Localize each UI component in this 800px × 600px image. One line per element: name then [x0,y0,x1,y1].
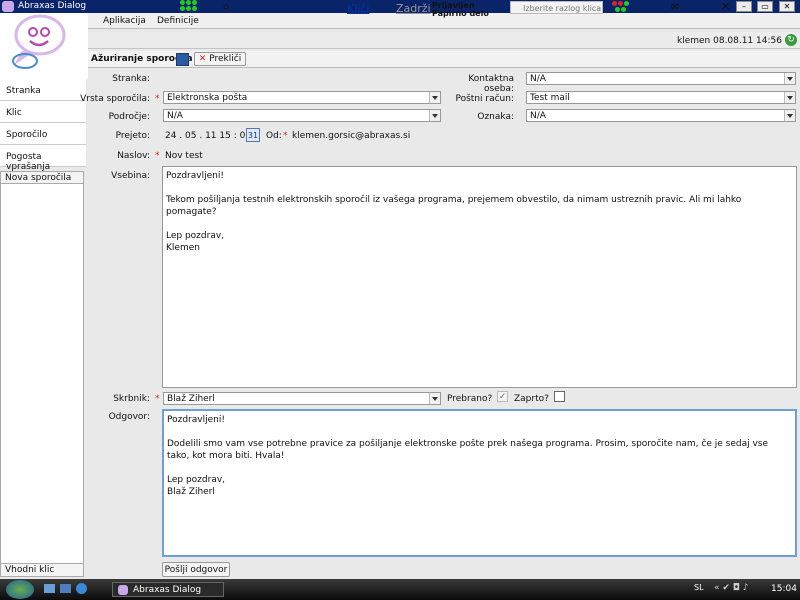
label-subject: Naslov: [117,151,150,161]
read-checkbox[interactable]: ✓ [497,391,508,402]
chevron-down-icon [429,92,440,103]
owner-select[interactable]: Blaž Ziherl [163,392,441,405]
traffic-lights-icon [612,0,636,14]
user-bar: klemen 08.08.11 14:56 ↻ [88,32,800,49]
chevron-down-icon [429,393,440,404]
required-marker: * [155,151,160,161]
calendar-icon[interactable]: 31 [246,128,260,142]
cancel-x-icon: ✕ [198,54,207,64]
logo-speech-bubbles-icon [12,14,66,69]
label-closed: Zaprto? [514,394,549,404]
refresh-icon[interactable]: ↻ [785,34,797,46]
home-icon[interactable]: ⌂ [223,2,229,12]
received-datetime[interactable]: 24 . 05 . 11 15 : 03 [165,131,251,141]
chevron-down-icon [784,73,795,84]
app-icon [2,1,14,12]
user-info: klemen 08.08.11 14:56 [677,36,782,46]
message-type-select[interactable]: Elektronska pošta [163,91,441,104]
sidebar-item-klic[interactable]: Klic [0,101,86,123]
owner-value: Blaž Ziherl [167,394,215,404]
contact-value: N/A [530,74,546,84]
minimize-button[interactable]: – [736,1,752,12]
green-status-lights-icon [180,0,202,14]
contact-select[interactable]: N/A [526,72,796,85]
close-button[interactable]: ✕ [779,1,795,12]
start-button[interactable] [6,580,34,599]
answer-textarea[interactable]: Pozdravljeni! Dodelili smo vam vse potre… [162,409,797,557]
cancel-label: Prekliči [209,54,242,64]
window-title: Abraxas Dialog [18,1,87,11]
chevron-down-icon [429,110,440,121]
label-owner: Skrbnik: [113,394,150,404]
mail-account-select[interactable]: Test mail [526,91,796,104]
chevron-down-icon [784,110,795,121]
call-reason-select[interactable]: Izberite razlog klica [510,1,603,14]
chevron-down-icon [784,92,795,103]
label-received: Prejeto: [115,131,150,141]
required-marker: * [155,94,160,104]
message-type-value: Elektronska pošta [167,93,248,103]
mail-icon[interactable]: ✉ [671,2,679,13]
taskbar: Abraxas Dialog SL « ✔ ◘ ♪ 15:04 [0,579,800,600]
mail-account-value: Test mail [530,93,570,103]
sidebar-item-faq[interactable]: Pogosta vprašanja [0,145,86,172]
label-from: Od: [266,131,282,141]
area-value: N/A [167,111,183,121]
label-mail-account: Poštni račun: [455,94,515,104]
clock: 15:04 [771,584,797,594]
browser-icon[interactable] [76,583,87,594]
menu-aplikacija[interactable]: Aplikacija [103,16,146,26]
cancel-button[interactable]: ✕ Prekliči [194,52,246,66]
close-panel-icon[interactable]: ✕ [721,0,730,13]
sidebar: Stranka Klic Sporočilo Pogosta vprašanja… [0,79,86,579]
from-email: klemen.gorsic@abraxas.si [292,131,411,141]
taskbar-task-abraxas[interactable]: Abraxas Dialog [112,582,224,597]
abraxas-icon [118,585,128,595]
sidebar-item-stranka[interactable]: Stranka [0,79,86,101]
label-message-type: Vrsta sporočila: [80,94,150,104]
subject-value[interactable]: Nov test [165,151,203,161]
label-tag: Oznaka: [477,112,514,122]
label-area: Področje: [108,112,150,122]
form-header: Ažuriranje sporočila ✕ Prekliči [88,51,800,68]
sidebar-item-sporocilo[interactable]: Sporočilo [0,123,86,145]
sidebar-panel [0,184,84,564]
menu-definicije[interactable]: Definicije [157,16,199,26]
tag-value: N/A [530,111,546,121]
label-answer: Odgovor: [108,412,150,422]
content-textarea[interactable]: Pozdravljeni! Tekom pošiljanja testnih e… [162,166,797,388]
required-marker: * [155,394,160,404]
switch-windows-icon[interactable] [60,584,71,593]
label-client: Stranka: [112,74,150,84]
required-marker: * [283,131,288,141]
app-logo [0,13,88,79]
label-content: Vsebina: [111,171,150,181]
tray-icons[interactable]: « ✔ ◘ ♪ [714,583,749,593]
area-select[interactable]: N/A [163,109,441,122]
maximize-button[interactable]: ▭ [757,1,773,12]
send-answer-button[interactable]: Pošlji odgovor [162,562,230,577]
call-link[interactable]: Kliči [347,2,369,15]
label-read: Prebrano? [447,394,493,404]
tag-select[interactable]: N/A [526,109,796,122]
sidebar-incoming-call[interactable]: Vhodni klic [0,563,84,577]
taskbar-task-label: Abraxas Dialog [133,585,202,595]
show-desktop-icon[interactable] [44,584,55,593]
closed-checkbox[interactable] [554,391,565,402]
label-contact: Kontaktna oseba: [468,74,514,94]
sidebar-new-messages[interactable]: Nova sporočila [0,171,84,184]
hold-link[interactable]: Zadrži [396,2,431,15]
language-indicator[interactable]: SL [694,583,704,592]
status-paperwork: Papirno delo [432,9,489,18]
save-icon[interactable] [176,53,189,66]
